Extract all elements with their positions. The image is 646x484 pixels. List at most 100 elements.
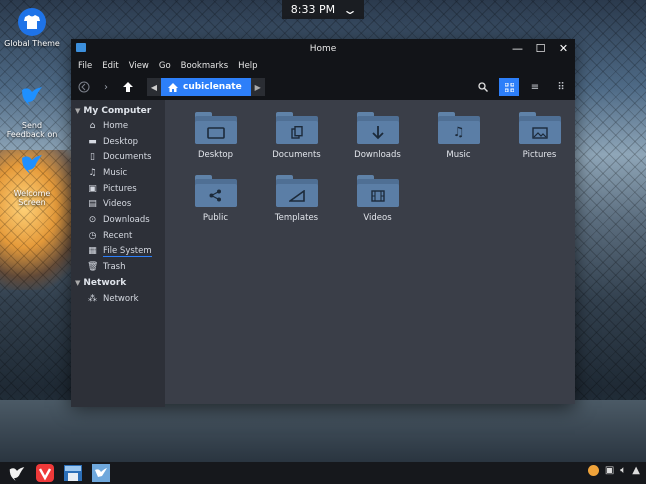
document-icon: ▯ xyxy=(90,152,95,163)
video-icon xyxy=(356,184,399,207)
desktop-icon-global-theme[interactable]: Global Theme xyxy=(0,8,67,48)
tshirt-icon xyxy=(18,8,46,36)
clock-icon: ◷ xyxy=(88,230,97,241)
pictures-icon: ▣ xyxy=(88,183,97,194)
triangle-down-icon: ▼ xyxy=(75,279,81,288)
sidebar-section-my-computer[interactable]: ▼ My Computer xyxy=(71,103,165,118)
window-titlebar[interactable]: Home — ☐ ✕ xyxy=(71,39,575,58)
trash-icon: 🗑︎ xyxy=(87,262,99,273)
close-icon[interactable]: ✕ xyxy=(556,41,571,56)
sidebar-item-trash[interactable]: 🗑︎ Trash xyxy=(71,259,165,275)
desktop-icon xyxy=(194,121,237,144)
desktop-icon-label: Global Theme xyxy=(4,39,60,48)
sidebar-item-documents[interactable]: ▯ Documents xyxy=(71,149,165,165)
folder-desktop[interactable]: Desktop xyxy=(175,110,256,173)
icon-view-icon[interactable] xyxy=(499,78,519,96)
menu-go[interactable]: Go xyxy=(154,61,176,71)
home-icon xyxy=(168,82,178,92)
folder-icon xyxy=(275,175,318,207)
volume-icon[interactable]: 🔈︎ xyxy=(620,465,626,476)
window-controls: — ☐ ✕ xyxy=(510,41,571,56)
folder-icon xyxy=(275,112,318,144)
folder-icon xyxy=(194,175,237,207)
drive-icon: ▦ xyxy=(88,246,97,257)
folder-icon xyxy=(356,112,399,144)
folder-public[interactable]: Public xyxy=(175,173,256,236)
chevron-down-icon[interactable]: ⌄ xyxy=(342,3,358,17)
sidebar-item-pictures[interactable]: ▣ Pictures xyxy=(71,181,165,197)
vivaldi-icon[interactable] xyxy=(34,463,56,483)
bird-icon xyxy=(18,149,46,177)
video-icon: ▤ xyxy=(88,199,97,210)
desktop-icon-welcome-screen[interactable]: Welcome Screen xyxy=(0,140,67,216)
back-icon[interactable] xyxy=(75,78,93,96)
sidebar: ▼ My Computer ⌂ Home ▬ Desktop ▯ Documen… xyxy=(71,100,165,407)
folder-icon: ♫ xyxy=(437,112,480,144)
sidebar-item-file-system[interactable]: ▦ File System xyxy=(71,244,165,260)
folder-videos[interactable]: Videos xyxy=(337,173,418,236)
welcome-app-icon[interactable] xyxy=(90,463,112,483)
folder-documents[interactable]: Documents xyxy=(256,110,337,173)
menu-bar: File Edit View Go Bookmarks Help xyxy=(71,58,575,74)
folder-icon xyxy=(518,112,561,144)
menu-help[interactable]: Help xyxy=(233,61,262,71)
network-status-icon[interactable]: ▣ xyxy=(605,465,614,476)
menu-view[interactable]: View xyxy=(124,61,154,71)
desktop-icon: ▬ xyxy=(88,136,97,147)
sidebar-item-network[interactable]: ⁂ Network xyxy=(71,291,165,307)
background-floor xyxy=(0,400,646,462)
sidebar-item-desktop[interactable]: ▬ Desktop xyxy=(71,134,165,150)
menu-bookmarks[interactable]: Bookmarks xyxy=(176,61,234,71)
file-view: Desktop Documents Downloads ♫ Music Pict… xyxy=(165,100,575,404)
breadcrumb-right-arrow[interactable]: ▶ xyxy=(250,78,265,96)
folder-templates[interactable]: Templates xyxy=(256,173,337,236)
triangle-down-icon: ▼ xyxy=(75,106,81,115)
file-manager-icon[interactable] xyxy=(62,463,84,483)
window-title: Home xyxy=(309,43,337,54)
menu-edit[interactable]: Edit xyxy=(97,61,123,71)
desktop-icon-label: Send Feedback on xyxy=(6,121,58,139)
folder-pictures[interactable]: Pictures xyxy=(499,110,580,173)
clock-time: 8:33 PM xyxy=(290,3,336,16)
sidebar-item-recent[interactable]: ◷ Recent xyxy=(71,228,165,244)
folder-icon xyxy=(194,112,237,144)
update-notifier-icon[interactable] xyxy=(587,465,599,476)
download-icon xyxy=(356,121,399,144)
compact-view-icon[interactable]: ⠿ xyxy=(551,78,571,96)
sidebar-item-home[interactable]: ⌂ Home xyxy=(71,118,165,134)
menu-file[interactable]: File xyxy=(73,61,97,71)
folder-music[interactable]: ♫ Music xyxy=(418,110,499,173)
desktop-icon-send-feedback[interactable]: Send Feedback on xyxy=(0,72,67,148)
maximize-icon[interactable]: ☐ xyxy=(533,41,548,56)
music-icon: ♫ xyxy=(437,121,480,144)
tray-expand-icon[interactable]: ▲ xyxy=(632,465,640,476)
breadcrumb-left-arrow[interactable]: ◀ xyxy=(147,78,161,96)
top-clock[interactable]: 8:33 PM ⌄ xyxy=(282,0,364,19)
file-manager-window: Home — ☐ ✕ File Edit View Go Bookmarks H… xyxy=(71,39,575,407)
folder-app-icon xyxy=(76,43,86,52)
toolbar: › ◀ cubiclenate ▶ ≡ ⠿ xyxy=(71,74,575,100)
list-view-icon[interactable]: ≡ xyxy=(525,78,545,96)
breadcrumb-home[interactable]: cubiclenate xyxy=(161,78,251,96)
taskbar: ▣ 🔈︎ ▲ xyxy=(0,462,646,484)
file-grid: Desktop Documents Downloads ♫ Music Pict… xyxy=(175,110,580,236)
template-icon xyxy=(275,184,318,207)
start-menu-bird-icon[interactable] xyxy=(6,463,28,483)
search-icon[interactable] xyxy=(473,78,493,96)
document-icon xyxy=(275,121,318,144)
share-icon xyxy=(194,184,237,207)
minimize-icon[interactable]: — xyxy=(510,41,525,56)
music-icon: ♫ xyxy=(88,167,97,178)
view-controls: ≡ ⠿ xyxy=(473,78,571,96)
sidebar-item-videos[interactable]: ▤ Videos xyxy=(71,196,165,212)
forward-icon[interactable]: › xyxy=(97,78,115,96)
system-tray: ▣ 🔈︎ ▲ xyxy=(587,465,640,476)
sidebar-item-music[interactable]: ♫ Music xyxy=(71,165,165,181)
desktop-icon-label: Welcome Screen xyxy=(13,189,51,207)
network-icon: ⁂ xyxy=(88,293,97,304)
sidebar-section-network[interactable]: ▼ Network xyxy=(71,276,165,291)
up-arrow-icon[interactable] xyxy=(119,78,137,96)
home-icon: ⌂ xyxy=(89,120,96,131)
folder-downloads[interactable]: Downloads xyxy=(337,110,418,173)
sidebar-item-downloads[interactable]: ⊙ Downloads xyxy=(71,212,165,228)
